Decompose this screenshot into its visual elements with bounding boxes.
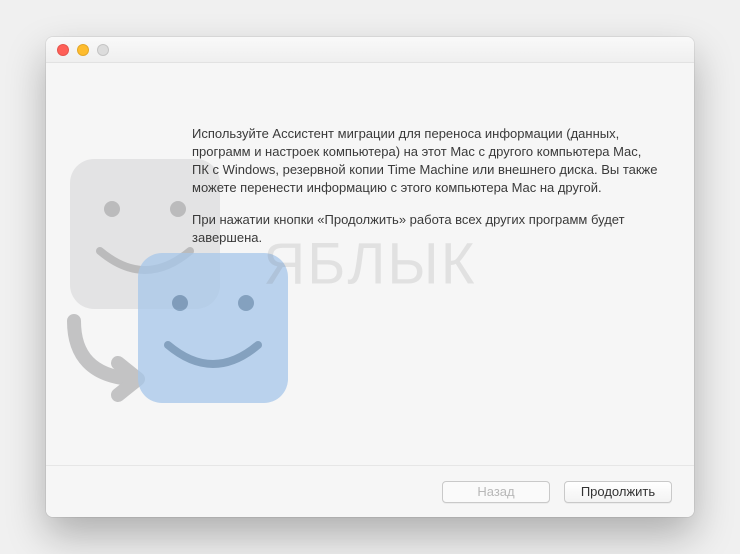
dialog-content: Используйте Ассистент миграции для перен… [46,63,694,465]
close-icon[interactable] [57,44,69,56]
maximize-icon [97,44,109,56]
back-button: Назад [442,481,550,503]
dialog-paragraph-1: Используйте Ассистент миграции для перен… [192,125,660,197]
minimize-icon[interactable] [77,44,89,56]
dialog-paragraph-2: При нажатии кнопки «Продолжить» работа в… [192,211,660,247]
dialog-body: Используйте Ассистент миграции для перен… [192,125,660,261]
migration-assistant-window: Используйте Ассистент миграции для перен… [46,37,694,517]
window-titlebar [46,37,694,63]
continue-button[interactable]: Продолжить [564,481,672,503]
dialog-footer: Назад Продолжить [46,465,694,517]
